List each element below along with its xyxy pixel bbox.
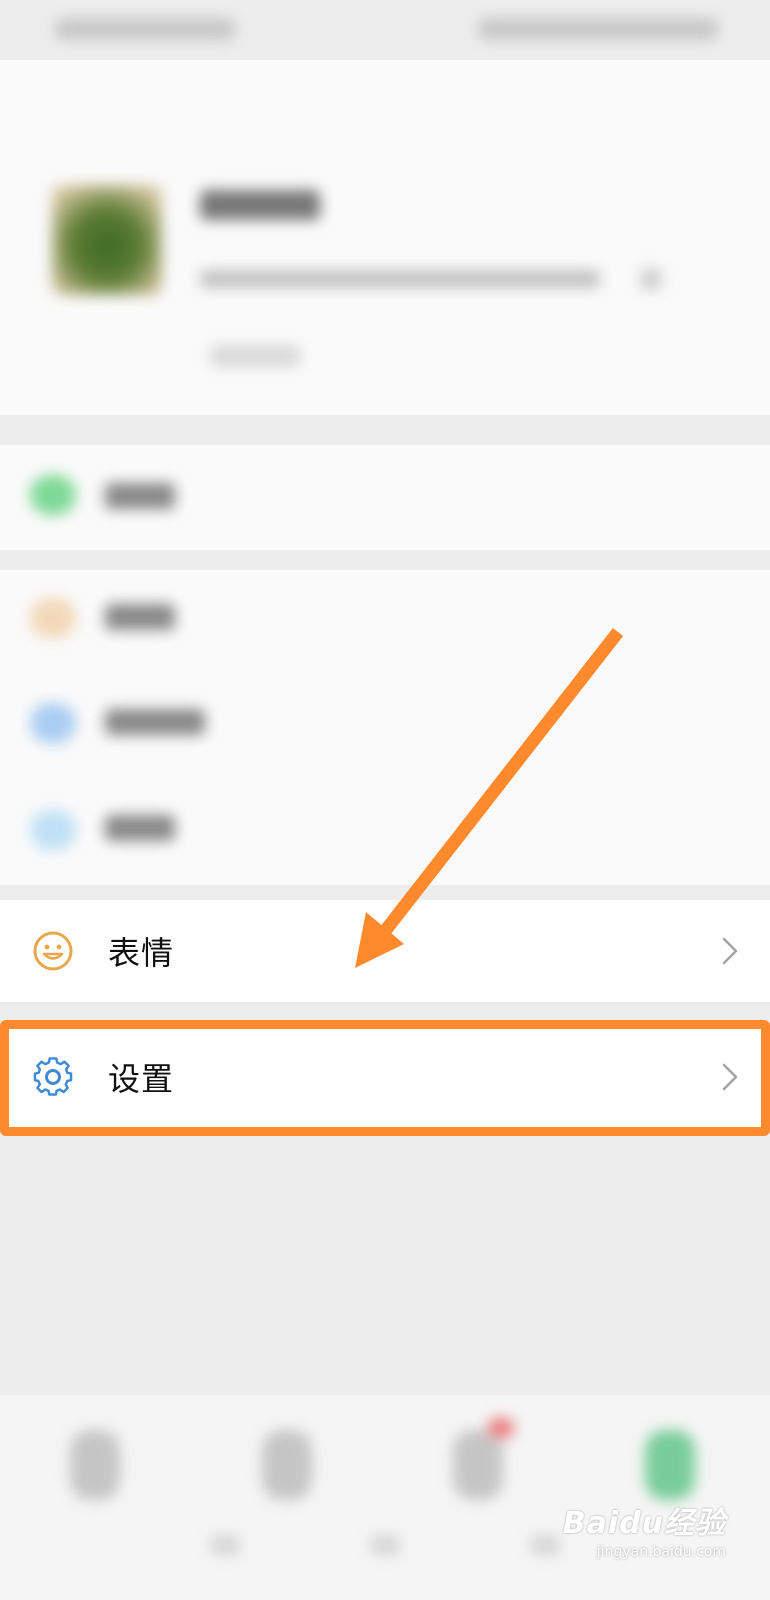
tab-label-placeholder [210,1535,240,1555]
tab-contacts-icon[interactable] [262,1430,312,1500]
tab-label-placeholder [370,1535,400,1555]
tab-chats-icon[interactable] [70,1430,120,1500]
tab-label-placeholder [530,1535,560,1555]
watermark-site: jingyan.baidu.com [596,1544,726,1560]
tab-discover-badge [488,1418,514,1438]
baidu-watermark: Baidu经验 jingyan.baidu.com [563,1498,726,1560]
tab-discover-icon[interactable] [453,1430,503,1500]
tab-me-icon[interactable] [645,1430,695,1500]
watermark-brand: Baidu经验 [562,1506,726,1541]
annotation-arrow [355,628,624,968]
